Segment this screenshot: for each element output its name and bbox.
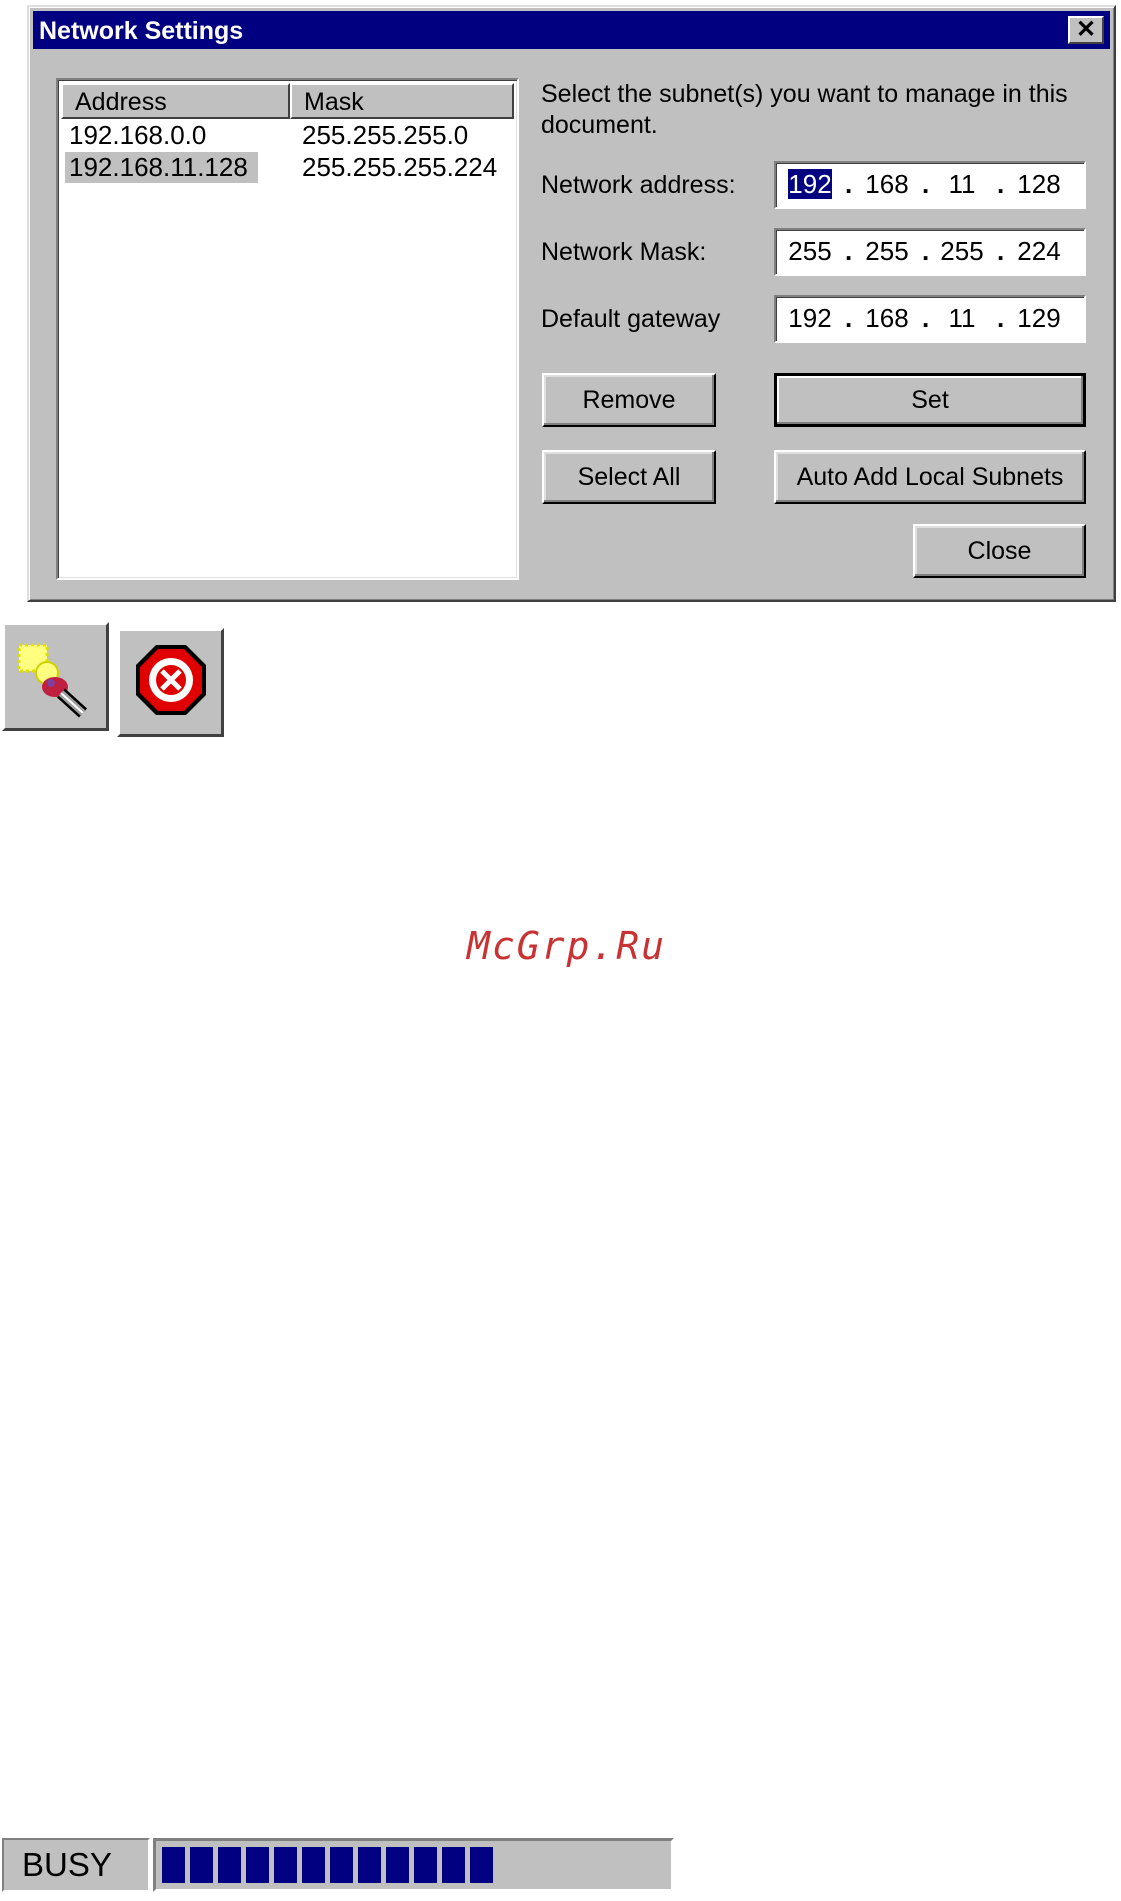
network-settings-dialog: Network Settings ✕ Address Mask 192.168.…: [27, 5, 1116, 602]
status-label: BUSY: [2, 1838, 150, 1892]
default-gateway-octet-3[interactable]: 11: [936, 303, 988, 334]
network-address-octet-1[interactable]: 192: [784, 169, 836, 200]
octet-separator: .: [922, 236, 930, 266]
row-address: 192.168.11.128: [65, 152, 258, 183]
table-row[interactable]: 192.168.0.0 255.255.255.0: [65, 120, 511, 152]
octet-separator: .: [997, 303, 1005, 333]
octet-separator: .: [997, 236, 1005, 266]
auto-add-local-subnets-button[interactable]: Auto Add Local Subnets: [774, 450, 1086, 504]
progress-segment: [162, 1847, 185, 1883]
default-gateway-octet-4[interactable]: 129: [1013, 303, 1065, 334]
network-mask-input[interactable]: 255 . 255 . 255 . 224: [774, 228, 1086, 276]
default-gateway-label: Default gateway: [541, 305, 721, 333]
list-rows: 192.168.0.0 255.255.255.0 192.168.11.128…: [65, 120, 511, 184]
instructions-text: Select the subnet(s) you want to manage …: [541, 80, 1068, 139]
table-row-selected[interactable]: 192.168.11.128 255.255.255.224: [65, 152, 511, 184]
octet-separator: .: [845, 169, 853, 199]
network-mask-octet-3[interactable]: 255: [936, 236, 988, 267]
octet-separator: .: [997, 169, 1005, 199]
close-button[interactable]: Close: [913, 524, 1086, 578]
network-address-label: Network address:: [541, 171, 736, 199]
octet-separator: .: [845, 303, 853, 333]
progress-segment: [190, 1847, 213, 1883]
close-window-button[interactable]: ✕: [1068, 16, 1104, 44]
progress-bar: [153, 1838, 674, 1892]
progress-fill: [162, 1847, 665, 1883]
network-mask-label: Network Mask:: [541, 238, 707, 266]
network-mask-octet-1[interactable]: 255: [784, 236, 836, 267]
network-address-input[interactable]: 192 . 168 . 11 . 128: [774, 161, 1086, 209]
locate-subnet-icon: [17, 643, 88, 718]
progress-segment: [330, 1847, 353, 1883]
title-bar[interactable]: Network Settings ✕: [33, 11, 1110, 49]
remove-button[interactable]: Remove: [542, 373, 716, 427]
default-gateway-input[interactable]: 192 . 168 . 11 . 129: [774, 295, 1086, 343]
default-gateway-octet-1[interactable]: 192: [784, 303, 836, 334]
locate-subnet-tool-button[interactable]: [2, 622, 109, 731]
close-icon: ✕: [1075, 16, 1097, 43]
progress-segment: [274, 1847, 297, 1883]
progress-segment: [302, 1847, 325, 1883]
network-address-octet-3[interactable]: 11: [936, 169, 988, 200]
subnet-list[interactable]: Address Mask 192.168.0.0 255.255.255.0 1…: [56, 78, 519, 580]
row-mask: 255.255.255.224: [302, 152, 498, 182]
stop-icon: [136, 645, 206, 715]
network-address-octet-4[interactable]: 128: [1013, 169, 1065, 200]
dialog-title: Network Settings: [39, 17, 244, 45]
progress-segment: [246, 1847, 269, 1883]
row-address: 192.168.0.0: [69, 120, 207, 150]
select-all-button[interactable]: Select All: [542, 450, 716, 504]
octet-separator: .: [845, 236, 853, 266]
progress-segment: [442, 1847, 465, 1883]
progress-segment: [358, 1847, 381, 1883]
row-mask: 255.255.255.0: [302, 120, 469, 150]
progress-segment: [470, 1847, 493, 1883]
list-header: Address Mask: [61, 83, 514, 119]
column-header-mask[interactable]: Mask: [290, 83, 514, 119]
column-header-address[interactable]: Address: [61, 83, 290, 119]
progress-segment: [414, 1847, 437, 1883]
progress-segment: [218, 1847, 241, 1883]
network-mask-octet-2[interactable]: 255: [861, 236, 913, 267]
network-mask-octet-4[interactable]: 224: [1013, 236, 1065, 267]
default-gateway-octet-2[interactable]: 168: [861, 303, 913, 334]
network-address-octet-2[interactable]: 168: [861, 169, 913, 200]
octet-separator: .: [922, 303, 930, 333]
stop-tool-button[interactable]: [117, 628, 224, 737]
set-button[interactable]: Set: [774, 373, 1086, 427]
watermark-text: McGrp.Ru: [467, 924, 667, 968]
progress-segment: [386, 1847, 409, 1883]
octet-separator: .: [922, 169, 930, 199]
